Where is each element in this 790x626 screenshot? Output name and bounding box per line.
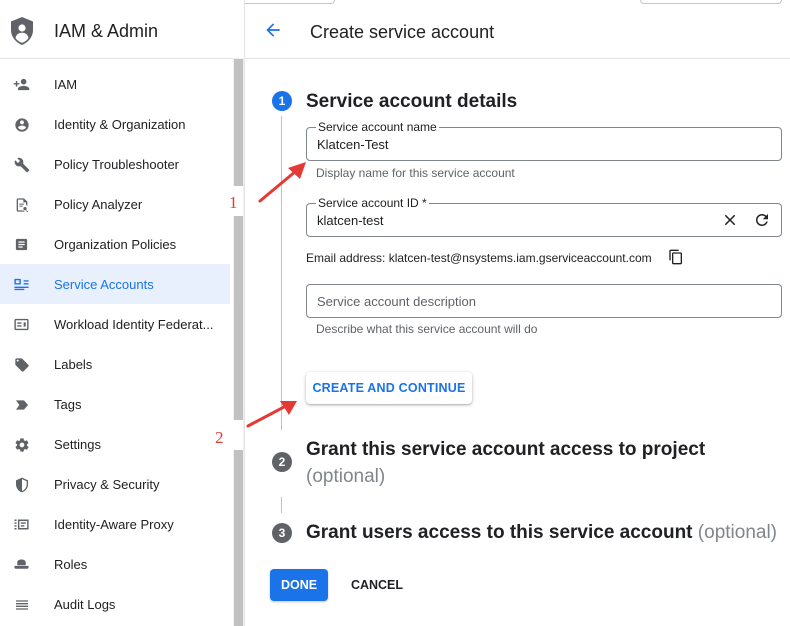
hat-icon — [13, 556, 30, 573]
sidebar-item-label: Roles — [54, 556, 88, 572]
service-account-id-field[interactable]: Service account ID * klatcen-test — [306, 196, 782, 237]
sidebar-nav: IAM Identity & Organization Policy Troub… — [0, 64, 230, 624]
cancel-button[interactable]: CANCEL — [340, 569, 414, 601]
sidebar-item-labels[interactable]: Labels — [0, 344, 230, 384]
step-2-optional: (optional) — [306, 466, 386, 487]
proxy-icon — [13, 516, 30, 533]
field-value: Klatcen-Test — [317, 137, 389, 152]
sidebar-item-label: Policy Analyzer — [54, 196, 143, 212]
field-label: Service account ID * — [316, 196, 429, 210]
scrollbar-gap — [231, 420, 243, 450]
label-tag-icon — [13, 356, 30, 373]
sidebar-item-organization-policies[interactable]: Organization Policies — [0, 224, 230, 264]
service-account-icon — [13, 276, 30, 293]
sidebar-item-audit-logs[interactable]: Audit Logs — [0, 584, 230, 624]
step-number: 2 — [278, 455, 286, 469]
step-number: 3 — [278, 526, 286, 540]
step-1-title: Service account details — [306, 91, 518, 112]
sidebar: IAM & Admin IAM Identity & Organization … — [0, 0, 245, 626]
sidebar-scrollbar-thumb[interactable] — [234, 59, 243, 626]
account-circle-icon — [13, 116, 30, 133]
step-number: 1 — [278, 94, 286, 108]
id-card-icon — [13, 316, 30, 333]
sidebar-item-roles[interactable]: Roles — [0, 544, 230, 584]
back-arrow-icon[interactable] — [263, 20, 283, 40]
sidebar-item-label: Tags — [54, 396, 82, 412]
step-3-indicator: 3 — [272, 523, 292, 543]
step-title-text: Grant users access to this service accou… — [306, 522, 693, 543]
name-helper-text: Display name for this service account — [316, 166, 515, 180]
step-3-title[interactable]: Grant users access to this service accou… — [306, 522, 777, 544]
field-label: Service account name — [316, 120, 439, 134]
shield-icon — [13, 476, 30, 493]
sidebar-item-label: Privacy & Security — [54, 476, 160, 492]
document-search-icon — [13, 196, 30, 213]
sidebar-item-policy-analyzer[interactable]: Policy Analyzer — [0, 184, 230, 224]
list-document-icon — [13, 236, 30, 253]
copy-icon[interactable] — [668, 249, 684, 265]
service-account-description-field[interactable]: Service account description — [306, 284, 782, 318]
sidebar-item-tags[interactable]: Tags — [0, 384, 230, 424]
clear-icon[interactable] — [721, 211, 739, 229]
page-title: Create service account — [310, 22, 495, 42]
annotation-arrow-1 — [258, 162, 306, 203]
sidebar-item-identity-aware-proxy[interactable]: Identity-Aware Proxy — [0, 504, 230, 544]
step-1-indicator: 1 — [272, 91, 292, 111]
field-placeholder: Service account description — [317, 294, 476, 309]
field-value: klatcen-test — [317, 213, 384, 228]
sidebar-item-label: Workload Identity Federat... — [54, 316, 214, 332]
sidebar-item-privacy-security[interactable]: Privacy & Security — [0, 464, 230, 504]
step-2-title[interactable]: Grant this service account access to pro… — [306, 439, 705, 461]
sidebar-item-label: Settings — [54, 436, 101, 452]
sidebar-item-iam[interactable]: IAM — [0, 64, 230, 104]
person-add-icon — [13, 76, 30, 93]
description-helper-text: Describe what this service account will … — [316, 322, 538, 336]
sidebar-item-workload-identity[interactable]: Workload Identity Federat... — [0, 304, 230, 344]
sidebar-item-label: Identity & Organization — [54, 116, 186, 132]
main-header: Create service account — [245, 0, 790, 59]
service-account-name-field[interactable]: Service account name Klatcen-Test — [306, 120, 782, 161]
step-title-text: Grant this service account access to pro… — [306, 439, 706, 460]
sidebar-header: IAM & Admin — [0, 0, 244, 59]
list-lines-icon — [13, 596, 30, 613]
step-connector-line — [281, 497, 282, 513]
sidebar-item-label: Audit Logs — [54, 596, 116, 612]
sidebar-item-identity-organization[interactable]: Identity & Organization — [0, 104, 230, 144]
annotation-arrow-2 — [246, 401, 297, 428]
gear-icon — [13, 436, 30, 453]
done-button[interactable]: DONE — [270, 569, 328, 601]
step-3-optional: (optional) — [697, 522, 778, 543]
sidebar-item-label: Organization Policies — [54, 236, 177, 252]
sidebar-item-service-accounts[interactable]: Service Accounts — [0, 264, 230, 304]
sidebar-item-settings[interactable]: Settings — [0, 424, 230, 464]
sidebar-item-label: Identity-Aware Proxy — [54, 516, 174, 532]
wrench-icon — [13, 156, 30, 173]
tag-chevron-icon — [13, 396, 30, 413]
shield-logo-icon — [11, 17, 33, 45]
sidebar-item-label: Policy Troubleshooter — [54, 156, 180, 172]
create-and-continue-button[interactable]: CREATE AND CONTINUE — [306, 372, 472, 404]
app-title: IAM & Admin — [54, 21, 159, 41]
sidebar-item-label: IAM — [54, 76, 78, 92]
sidebar-item-policy-troubleshooter[interactable]: Policy Troubleshooter — [0, 144, 230, 184]
sidebar-item-label: Labels — [54, 356, 93, 372]
step-2-indicator: 2 — [272, 452, 292, 472]
email-address-text: Email address: klatcen-test@nsystems.iam… — [306, 251, 652, 265]
annotation-number-1: 1 — [229, 193, 238, 212]
refresh-icon[interactable] — [753, 211, 771, 229]
sidebar-item-label: Service Accounts — [54, 276, 154, 292]
annotation-number-2: 2 — [215, 428, 224, 447]
